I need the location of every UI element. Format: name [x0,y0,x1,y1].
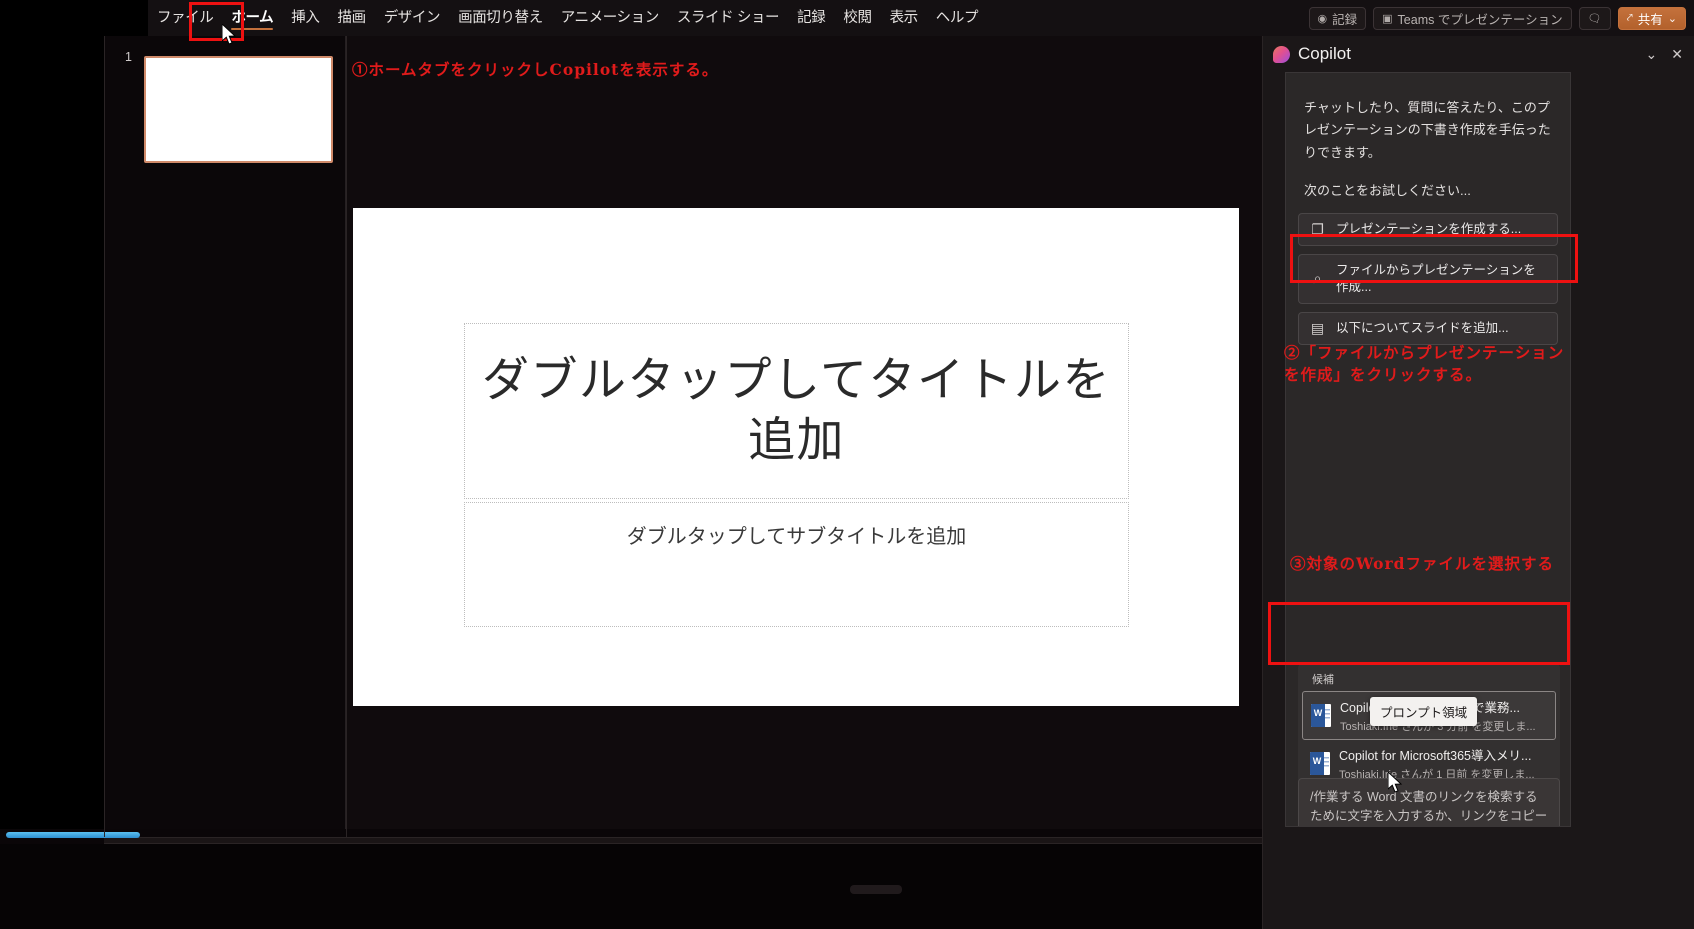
file-list-header: 候補 [1302,669,1556,691]
horizontal-scrollbar-thumb[interactable] [6,832,140,838]
subtitle-placeholder[interactable]: ダブルタップしてサブタイトルを追加 [464,502,1129,627]
tab-review[interactable]: 校閲 [834,0,880,36]
status-bar-blurred-element [850,885,902,894]
tab-record[interactable]: 記録 [788,0,834,36]
copilot-prompt-box[interactable]: /作業する Word 文書のリンクを検索するために文字を入力するか、リンクをコピ… [1298,778,1560,827]
present-in-teams-button[interactable]: ▣ Teams でプレゼンテーション [1373,7,1571,30]
tab-help[interactable]: ヘルプ [927,0,987,36]
ribbon-tabs: ファイル ホーム 挿入 描画 デザイン 画面切り替え アニメーション スライド … [148,0,987,36]
tab-draw[interactable]: 描画 [328,0,374,36]
word-file-icon [1310,752,1330,775]
left-gutter [0,36,104,829]
file-name: Copilot for Microsoft365導入メリ... [1339,745,1535,764]
subtitle-placeholder-text: ダブルタップしてサブタイトルを追加 [627,524,966,548]
ribbon-tab-bar: ファイル ホーム 挿入 描画 デザイン 画面切り替え アニメーション スライド … [0,0,1694,36]
pane-divider-canvas [346,36,347,837]
powerpoint-window: ファイル ホーム 挿入 描画 デザイン 画面切り替え アニメーション スライド … [0,0,1694,929]
copilot-close-icon[interactable]: ✕ [1671,46,1683,63]
pane-divider-copilot [1262,36,1263,929]
word-file-icon [1311,704,1331,727]
copilot-header: Copilot ⌄ ✕ [1263,36,1694,72]
comments-button[interactable]: 🗨 [1579,7,1611,30]
slide-number-label: 1 [125,50,132,64]
copilot-collapse-icon[interactable]: ⌄ [1646,46,1658,63]
slide-canvas-area: ダブルタップしてタイトルを追加 ダブルタップしてサブタイトルを追加 [346,36,1266,829]
tab-animations[interactable]: アニメーション [552,0,668,36]
prompt-area-tooltip: プロンプト領域 [1370,697,1477,726]
file-search-icon: ⌕ [1309,270,1326,287]
copilot-title: Copilot [1298,44,1632,64]
suggestion-label: 以下についてスライドを追加... [1336,320,1509,337]
record-circle-icon: ◉ [1318,12,1328,25]
prompt-input[interactable]: /作業する Word 文書のリンクを検索するために文字を入力するか、リンクをコピ… [1310,788,1548,827]
slide-thumbnail-1[interactable] [144,56,333,163]
chevron-down-icon: ⌄ [1668,12,1677,25]
tab-file[interactable]: ファイル [148,0,222,36]
tab-active-underline [231,28,273,30]
share-button[interactable]: ⤤ 共有 ⌄ [1618,7,1686,30]
horizontal-scrollbar-track[interactable] [104,837,1262,844]
tab-insert[interactable]: 挿入 [282,0,328,36]
record-button[interactable]: ◉ 記録 [1309,7,1367,30]
suggestion-create-presentation[interactable]: ❐ プレゼンテーションを作成する... [1298,213,1558,246]
copilot-suggestion-list: ❐ プレゼンテーションを作成する... ⌕ ファイルからプレゼンテーションを作成… [1298,213,1558,345]
annotation-step-3: ③対象のWordファイルを選択する [1290,552,1554,574]
slide-surface[interactable]: ダブルタップしてタイトルを追加 ダブルタップしてサブタイトルを追加 [353,208,1239,706]
record-button-label: 記録 [1332,9,1357,28]
suggestion-add-slide-about[interactable]: ▤ 以下についてスライドを追加... [1298,312,1558,345]
suggestion-label: ファイルからプレゼンテーションを作成... [1336,262,1547,296]
add-slide-icon: ▤ [1309,320,1326,337]
slide-thumbnail-pane[interactable]: 1 [104,36,346,829]
copilot-intro-text: チャットしたり、質問に答えたり、このプレゼンテーションの下書き作成を手伝ったりで… [1304,97,1552,164]
share-icon: ⤤ [1627,12,1633,25]
present-in-teams-label: Teams でプレゼンテーション [1398,9,1563,28]
suggestion-label: プレゼンテーションを作成する... [1336,221,1521,238]
title-placeholder-text: ダブルタップしてタイトルを追加 [465,351,1128,471]
status-bar [0,844,1262,929]
tab-design[interactable]: デザイン [375,0,449,36]
tab-home[interactable]: ホーム [222,0,282,36]
suggestion-create-from-file[interactable]: ⌕ ファイルからプレゼンテーションを作成... [1298,254,1558,304]
copilot-pane: Copilot ⌄ ✕ チャットしたり、質問に答えたり、このプレゼンテーションの… [1262,36,1694,929]
share-button-label: 共有 [1638,9,1663,28]
tab-slideshow[interactable]: スライド ショー [668,0,788,36]
copilot-logo-icon [1273,46,1290,63]
annotation-step-2: ②「ファイルからプレゼンテーションを作成」をクリックする。 [1284,342,1574,386]
pane-divider-left [104,36,105,837]
teams-icon: ▣ [1382,12,1392,25]
ribbon-left-spacer [0,0,148,36]
title-placeholder[interactable]: ダブルタップしてタイトルを追加 [464,323,1129,499]
copy-slides-icon: ❐ [1309,221,1326,238]
comment-icon: 🗨 [1588,12,1602,25]
tab-home-label: ホーム [231,10,273,26]
ribbon-right-actions: ◉ 記録 ▣ Teams でプレゼンテーション 🗨 ⤤ 共有 ⌄ [1309,0,1686,36]
tab-transitions[interactable]: 画面切り替え [449,0,552,36]
annotation-step-1: ①ホームタブをクリックしCopilotを表示する。 [352,58,718,80]
tab-view[interactable]: 表示 [881,0,927,36]
copilot-try-label: 次のことをお試しください... [1304,180,1552,199]
